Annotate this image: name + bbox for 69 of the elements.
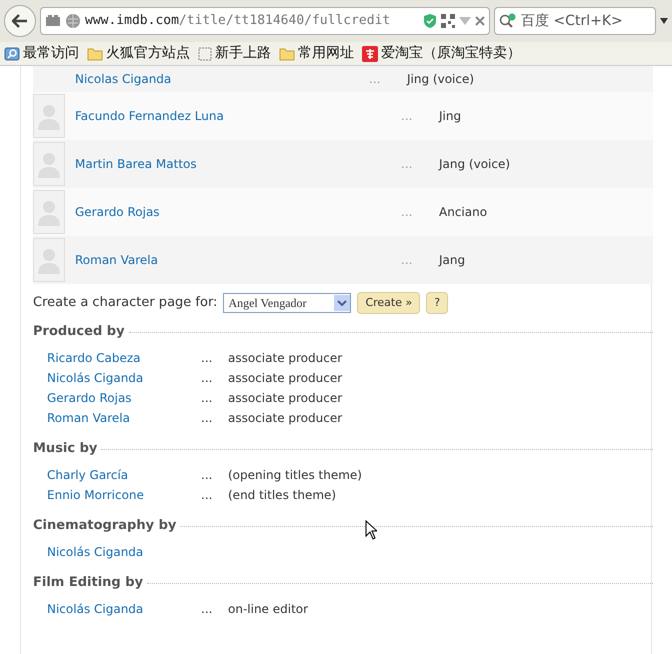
character-form-label: Create a character page for: xyxy=(33,294,218,312)
actor-link[interactable]: Gerardo Rojas xyxy=(65,203,401,221)
folder-icon xyxy=(279,46,295,60)
shop-icon xyxy=(362,46,378,62)
actor-link[interactable]: Roman Varela xyxy=(65,251,401,269)
ellipsis-text: ... xyxy=(401,204,414,221)
ellipsis-text: ... xyxy=(201,390,214,407)
globe-icon xyxy=(65,13,81,29)
qr-code-icon xyxy=(441,14,455,28)
person-link[interactable]: Gerardo Rojas xyxy=(47,389,201,407)
credit-role: associate producer xyxy=(228,350,342,367)
actor-link[interactable]: Nicolas Ciganda xyxy=(33,70,369,88)
ellipsis-text: ... xyxy=(201,467,214,484)
actor-link[interactable]: Facundo Fernandez Luna xyxy=(65,107,401,125)
credit-role: associate producer xyxy=(228,410,342,427)
bookmark-link[interactable]: 最常访问 xyxy=(4,43,79,64)
back-arrow-icon xyxy=(12,14,28,28)
section-heading: Produced by xyxy=(33,323,125,342)
ellipsis-text: ... xyxy=(401,156,414,173)
bookmark-link[interactable]: 常用网址 xyxy=(279,43,354,64)
credit-role: associate producer xyxy=(228,390,342,407)
ellipsis-text: ... xyxy=(201,601,214,618)
back-button[interactable] xyxy=(4,5,36,37)
character-select[interactable]: Angel Vengador xyxy=(223,293,352,313)
person-link[interactable]: Roman Varela xyxy=(47,409,201,427)
dropdown-arrow-icon[interactable] xyxy=(660,18,668,24)
page-icon xyxy=(45,15,61,27)
blank-page-icon xyxy=(198,46,212,60)
ellipsis-text: ... xyxy=(401,252,414,269)
ellipsis-text: ... xyxy=(201,370,214,387)
close-icon[interactable] xyxy=(475,16,485,26)
section-heading: Cinematography by xyxy=(33,517,176,536)
create-button[interactable]: Create » xyxy=(357,292,420,314)
address-bar[interactable]: www.imdb.com/title/tt1814640/fullcredit xyxy=(40,7,490,35)
section-heading: Film Editing by xyxy=(33,574,144,592)
shield-icon xyxy=(423,13,437,29)
person-link[interactable]: Charly García xyxy=(47,466,201,484)
bookmark-link[interactable]: 火狐官方站点 xyxy=(87,43,190,64)
credit-role: (opening titles theme) xyxy=(228,467,362,484)
character-name: Jing (voice) xyxy=(407,71,474,88)
character-name: Anciano xyxy=(439,204,488,221)
person-link[interactable]: Ricardo Cabeza xyxy=(47,349,201,367)
character-name: Jang xyxy=(439,252,466,269)
person-link[interactable]: Ennio Morricone xyxy=(47,486,201,504)
credit-role: on-line editor xyxy=(228,601,308,618)
character-name: Jang (voice) xyxy=(439,156,510,173)
ellipsis-text: ... xyxy=(401,108,414,125)
bookmark-link[interactable]: 新手上路 xyxy=(198,43,271,64)
ellipsis-text: ... xyxy=(201,487,214,504)
help-button[interactable]: ? xyxy=(426,292,448,314)
credit-role: associate producer xyxy=(228,370,342,387)
ellipsis-text: ... xyxy=(201,350,214,367)
actor-link[interactable]: Martin Barea Mattos xyxy=(65,155,401,173)
search-field[interactable]: 百度 <Ctrl+K> xyxy=(494,7,656,35)
ellipsis-text: ... xyxy=(369,71,382,88)
bookmark-link[interactable]: 爱淘宝（原淘宝特卖） xyxy=(362,43,521,64)
person-link[interactable]: Nicolás Ciganda xyxy=(47,369,201,387)
url-text: www.imdb.com/title/tt1814640/fullcredit xyxy=(85,12,392,30)
section-heading: Music by xyxy=(33,440,98,458)
folder-icon xyxy=(87,46,103,60)
mouse-cursor-icon xyxy=(365,520,377,540)
character-name: Jing xyxy=(439,108,462,125)
search-icon xyxy=(4,46,20,62)
person-link[interactable]: Nicolás Ciganda xyxy=(47,543,201,561)
ellipsis-text: ... xyxy=(201,410,214,427)
credit-role: (end titles theme) xyxy=(228,487,336,504)
search-input[interactable]: 百度 <Ctrl+K> xyxy=(521,10,651,32)
person-link[interactable]: Nicolás Ciganda xyxy=(47,600,201,618)
search-icon xyxy=(499,13,517,29)
